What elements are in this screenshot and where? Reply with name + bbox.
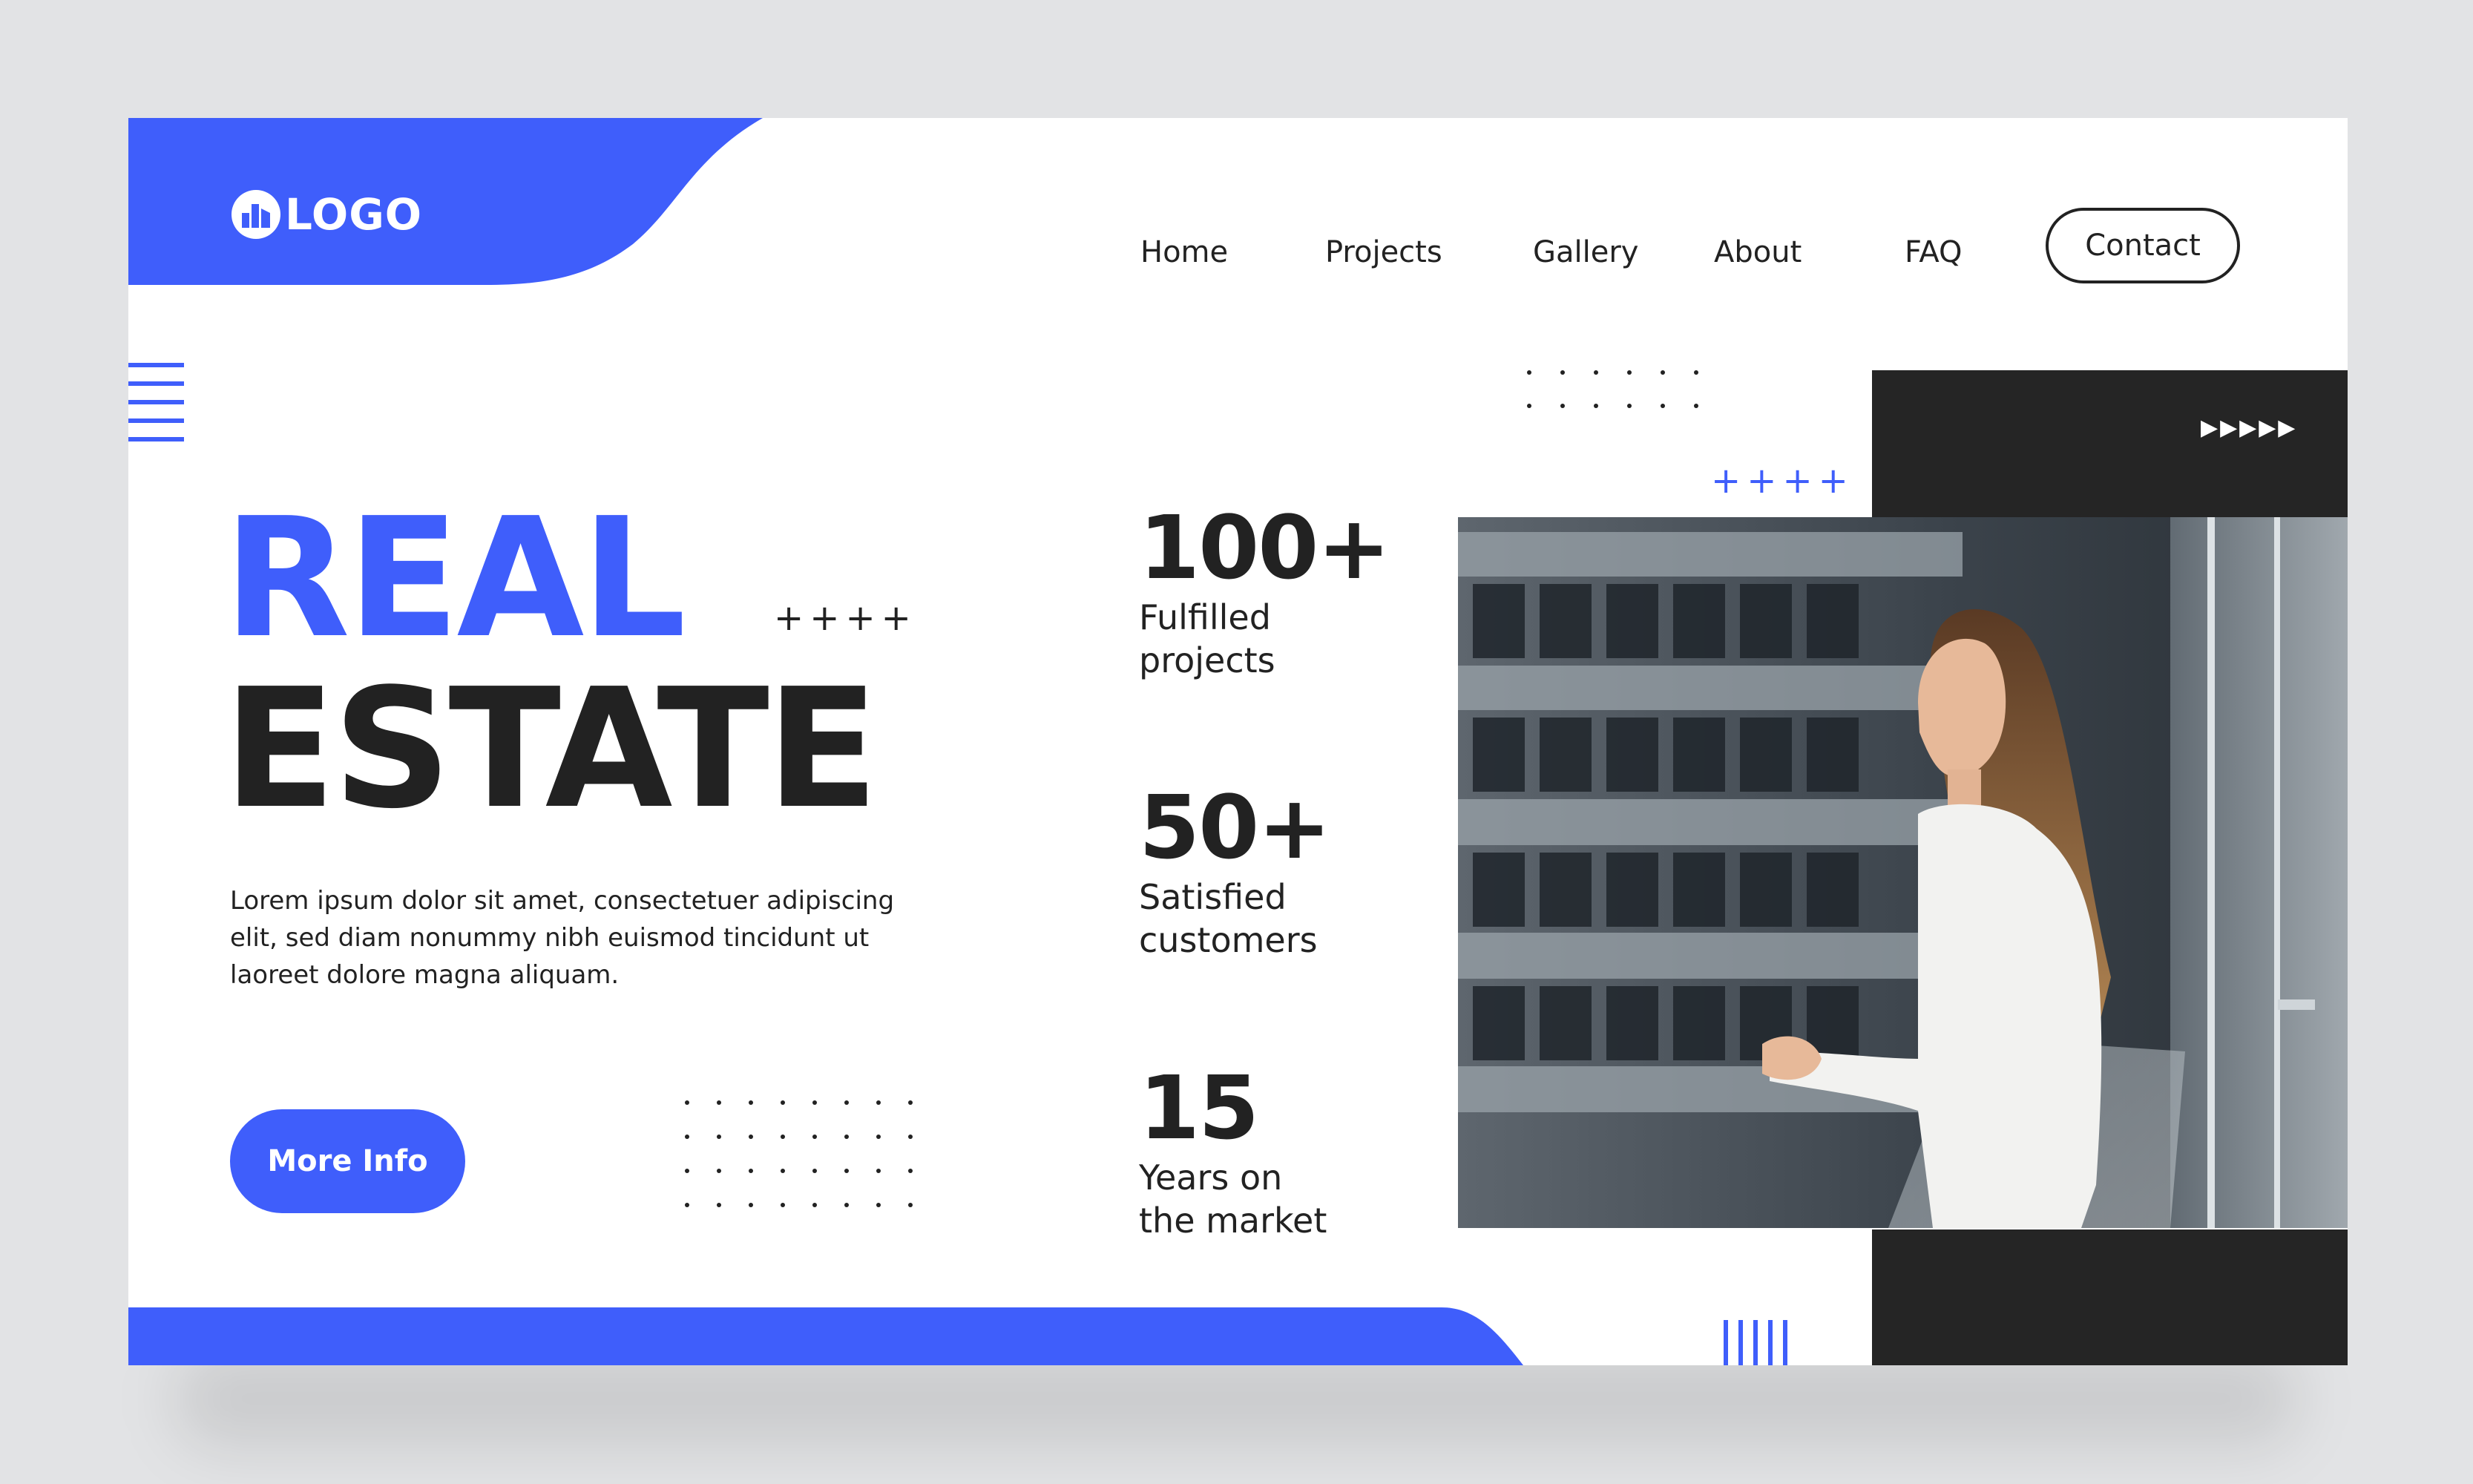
stat-label-line1: Fulfilled xyxy=(1139,597,1271,637)
stat-label-line2: customers xyxy=(1139,920,1318,960)
play-arrows-icon: ▶▶▶▶▶ xyxy=(2201,415,2298,441)
contact-button[interactable]: Contact xyxy=(2046,208,2240,283)
hero-description: Lorem ipsum dolor sit amet, consectetuer… xyxy=(230,886,895,990)
hero-title-line1: REAL xyxy=(223,483,686,674)
plus-row-dark: ++++ xyxy=(774,597,917,639)
nav-projects[interactable]: Projects xyxy=(1325,226,1442,278)
hero-title-line2: ESTATE xyxy=(223,654,878,845)
vertical-lines-decoration xyxy=(1724,1320,1787,1365)
nav-about[interactable]: About xyxy=(1714,226,1802,278)
dot-grid-bottom xyxy=(685,1100,913,1207)
logo-text: LOGO xyxy=(285,189,423,240)
hero-photo xyxy=(1458,517,2348,1228)
header-blue-shape xyxy=(128,118,763,285)
stat-projects: 100+ Fulfilled projects xyxy=(1139,496,1390,682)
building-logo-icon xyxy=(231,190,280,239)
more-info-button[interactable]: More Info xyxy=(230,1109,465,1213)
stat-customers: 50+ Satisfied customers xyxy=(1139,776,1331,962)
nav-gallery[interactable]: Gallery xyxy=(1533,226,1638,278)
stat-value: 100+ xyxy=(1139,496,1390,599)
dot-grid-top xyxy=(1527,370,1698,408)
logo[interactable]: LOGO xyxy=(230,185,422,244)
dark-block-bottom xyxy=(1872,1229,2348,1365)
footer-blue-shape xyxy=(128,1307,1523,1365)
nav-home[interactable]: Home xyxy=(1140,226,1228,278)
horizontal-lines-decoration xyxy=(128,363,184,456)
stat-label-line1: Satisfied xyxy=(1139,877,1287,917)
landing-page: LOGO Home Projects Gallery About FAQ Con… xyxy=(128,118,2348,1365)
plus-row-blue-top: ++++ xyxy=(1711,460,1854,502)
dark-block-top xyxy=(1872,370,2348,519)
stat-years: 15 Years on the market xyxy=(1139,1064,1327,1242)
stat-label-line2: projects xyxy=(1139,640,1275,680)
nav-faq[interactable]: FAQ xyxy=(1905,226,1962,278)
stat-label-line2: the market xyxy=(1139,1201,1327,1241)
stat-value: 15 xyxy=(1139,1057,1259,1159)
stat-value: 50+ xyxy=(1139,776,1331,879)
stat-label-line1: Years on xyxy=(1139,1158,1283,1198)
